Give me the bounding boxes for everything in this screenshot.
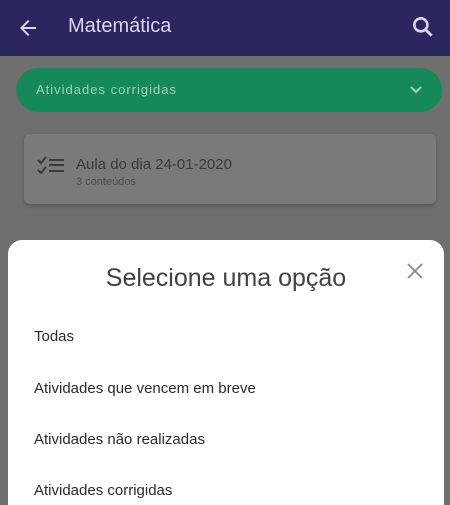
page-title: Matemática <box>68 15 172 37</box>
option-vencem-em-breve[interactable]: Atividades que vencem em breve <box>34 380 256 397</box>
lesson-title: Aula do dia 24-01-2020 <box>76 156 232 173</box>
close-icon[interactable] <box>404 260 426 282</box>
option-nao-realizadas[interactable]: Atividades não realizadas <box>34 431 205 448</box>
search-icon[interactable] <box>410 14 436 40</box>
checklist-icon <box>37 156 64 175</box>
chevron-down-icon <box>410 86 422 94</box>
option-corrigidas[interactable]: Atividades corrigidas <box>34 482 172 499</box>
arrow-left-icon[interactable] <box>16 16 40 40</box>
lesson-card[interactable]: Aula do dia 24-01-2020 3 conteúdos <box>24 134 436 204</box>
filter-label: Atividades corrigidas <box>36 82 177 97</box>
options-bottom-sheet: Selecione uma opção Todas Atividades que… <box>8 240 444 505</box>
lesson-subtitle: 3 conteúdos <box>76 176 136 188</box>
app-bar: Matemática <box>0 0 450 56</box>
option-todas[interactable]: Todas <box>34 328 74 345</box>
filter-dropdown[interactable]: Atividades corrigidas <box>16 68 442 112</box>
sheet-title: Selecione uma opção <box>105 264 347 292</box>
